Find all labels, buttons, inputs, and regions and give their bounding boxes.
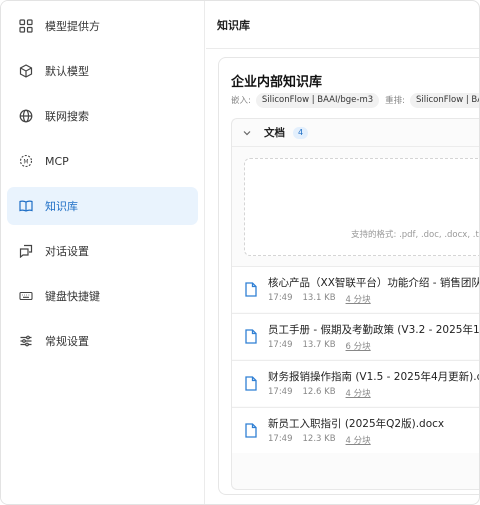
file-size: 13.7 KB	[302, 340, 336, 350]
chat-settings-icon	[19, 244, 33, 258]
mcp-icon: M	[19, 154, 33, 168]
list-item[interactable]: 员工手册 - 假期及考勤政策 (V3.2 - 2025年1月更新).docx 1…	[232, 313, 480, 359]
list-item[interactable]: 核心产品（XX智联平台）功能介绍 - 销售团队版.docx 17:49 13.1…	[232, 266, 479, 312]
sidebar-item-label: 常规设置	[45, 335, 89, 348]
settings-sidebar: 模型提供方 默认模型 联网搜索 M MCP 知识库 对话设置 键盘快捷键 常规设…	[1, 1, 205, 504]
file-size: 13.1 KB	[302, 293, 336, 303]
documents-panel: 文档 4 支持的格式: .pdf, .doc, .docx, .txt, .md…	[231, 118, 480, 490]
sidebar-item-label: 知识库	[45, 200, 78, 213]
page-header: 知识库	[206, 1, 479, 49]
file-name: 核心产品（XX智联平台）功能介绍 - 销售团队版.docx	[268, 277, 479, 289]
file-time: 17:49	[268, 387, 293, 397]
file-meta: 17:49 12.6 KB 4 分块	[268, 387, 381, 399]
chevron-down-icon[interactable]	[242, 128, 252, 138]
file-chunks-link[interactable]: 4 分块	[346, 293, 371, 305]
embed-label: 嵌入:	[231, 96, 251, 106]
svg-text:M: M	[23, 158, 28, 165]
knowledge-base-card: 企业内部知识库 嵌入: SiliconFlow | BAAI/bge-m3 重排…	[218, 57, 480, 495]
sidebar-item-label: 对话设置	[45, 245, 89, 258]
page-title: 知识库	[217, 18, 250, 32]
documents-title: 文档	[264, 127, 285, 139]
sidebar-item-label: 键盘快捷键	[45, 290, 100, 303]
file-icon	[245, 282, 257, 297]
book-icon	[19, 199, 33, 213]
sidebar-item-chat-settings[interactable]: 对话设置	[7, 232, 198, 270]
file-meta: 17:49 13.1 KB 4 分块	[268, 293, 381, 305]
sidebar-item-default-model[interactable]: 默认模型	[7, 52, 198, 90]
file-name: 新员工入职指引 (2025年Q2版).docx	[268, 418, 445, 430]
file-chunks-link[interactable]: 4 分块	[346, 387, 371, 399]
sidebar-item-keyboard-shortcuts[interactable]: 键盘快捷键	[7, 277, 198, 315]
file-time: 17:49	[268, 340, 293, 350]
sidebar-item-web-search[interactable]: 联网搜索	[7, 97, 198, 135]
sidebar-item-mcp[interactable]: M MCP	[7, 142, 198, 180]
file-time: 17:49	[268, 434, 293, 444]
file-time: 17:49	[268, 293, 293, 303]
file-icon	[245, 376, 257, 391]
file-icon	[245, 423, 257, 438]
sidebar-item-label: MCP	[45, 154, 69, 168]
sidebar-item-general-settings[interactable]: 常规设置	[7, 322, 198, 360]
file-chunks-link[interactable]: 6 分块	[346, 340, 371, 352]
sidebar-item-label: 模型提供方	[45, 20, 100, 33]
model-info-row: 嵌入: SiliconFlow | BAAI/bge-m3 重排: Silico…	[231, 92, 479, 108]
file-meta: 17:49 12.3 KB 4 分块	[268, 434, 381, 446]
supported-formats-text: 支持的格式: .pdf, .doc, .docx, .txt, .md	[351, 230, 479, 240]
globe-icon	[19, 109, 33, 123]
file-name: 财务报销操作指南 (V1.5 - 2025年4月更新).docx	[268, 371, 480, 383]
embed-model-tag: SiliconFlow | BAAI/bge-m3	[255, 92, 380, 108]
list-item[interactable]: 财务报销操作指南 (V1.5 - 2025年4月更新).docx 17:49 1…	[232, 360, 480, 406]
main-content: 知识库 企业内部知识库 嵌入: SiliconFlow | BAAI/bge-m…	[206, 1, 480, 504]
cube-icon	[19, 64, 33, 78]
file-chunks-link[interactable]: 4 分块	[346, 434, 371, 446]
grid-icon	[19, 19, 33, 33]
list-item[interactable]: 新员工入职指引 (2025年Q2版).docx 17:49 12.3 KB 4 …	[232, 407, 479, 453]
keyboard-icon	[19, 289, 33, 303]
rerank-model-tag: SiliconFlow | BAAI/bge-reranker-v2-m3	[410, 92, 479, 108]
sliders-icon	[19, 334, 33, 348]
sidebar-item-model-providers[interactable]: 模型提供方	[7, 7, 198, 45]
sidebar-item-knowledge-base[interactable]: 知识库	[7, 187, 198, 225]
documents-count-badge: 4	[293, 126, 309, 139]
file-size: 12.6 KB	[302, 387, 336, 397]
file-meta: 17:49 13.7 KB 6 分块	[268, 340, 381, 352]
knowledge-base-name: 企业内部知识库	[231, 75, 323, 90]
file-size: 12.3 KB	[302, 434, 336, 444]
documents-section-header[interactable]: 文档 4	[232, 119, 479, 147]
rerank-label: 重排:	[385, 96, 406, 106]
sidebar-item-label: 默认模型	[45, 65, 89, 78]
sidebar-item-label: 联网搜索	[45, 110, 89, 123]
file-icon	[245, 329, 257, 344]
settings-window: 模型提供方 默认模型 联网搜索 M MCP 知识库 对话设置 键盘快捷键 常规设…	[0, 0, 480, 505]
file-name: 员工手册 - 假期及考勤政策 (V3.2 - 2025年1月更新).docx	[268, 324, 480, 336]
upload-dropzone[interactable]: 支持的格式: .pdf, .doc, .docx, .txt, .md	[244, 158, 479, 256]
